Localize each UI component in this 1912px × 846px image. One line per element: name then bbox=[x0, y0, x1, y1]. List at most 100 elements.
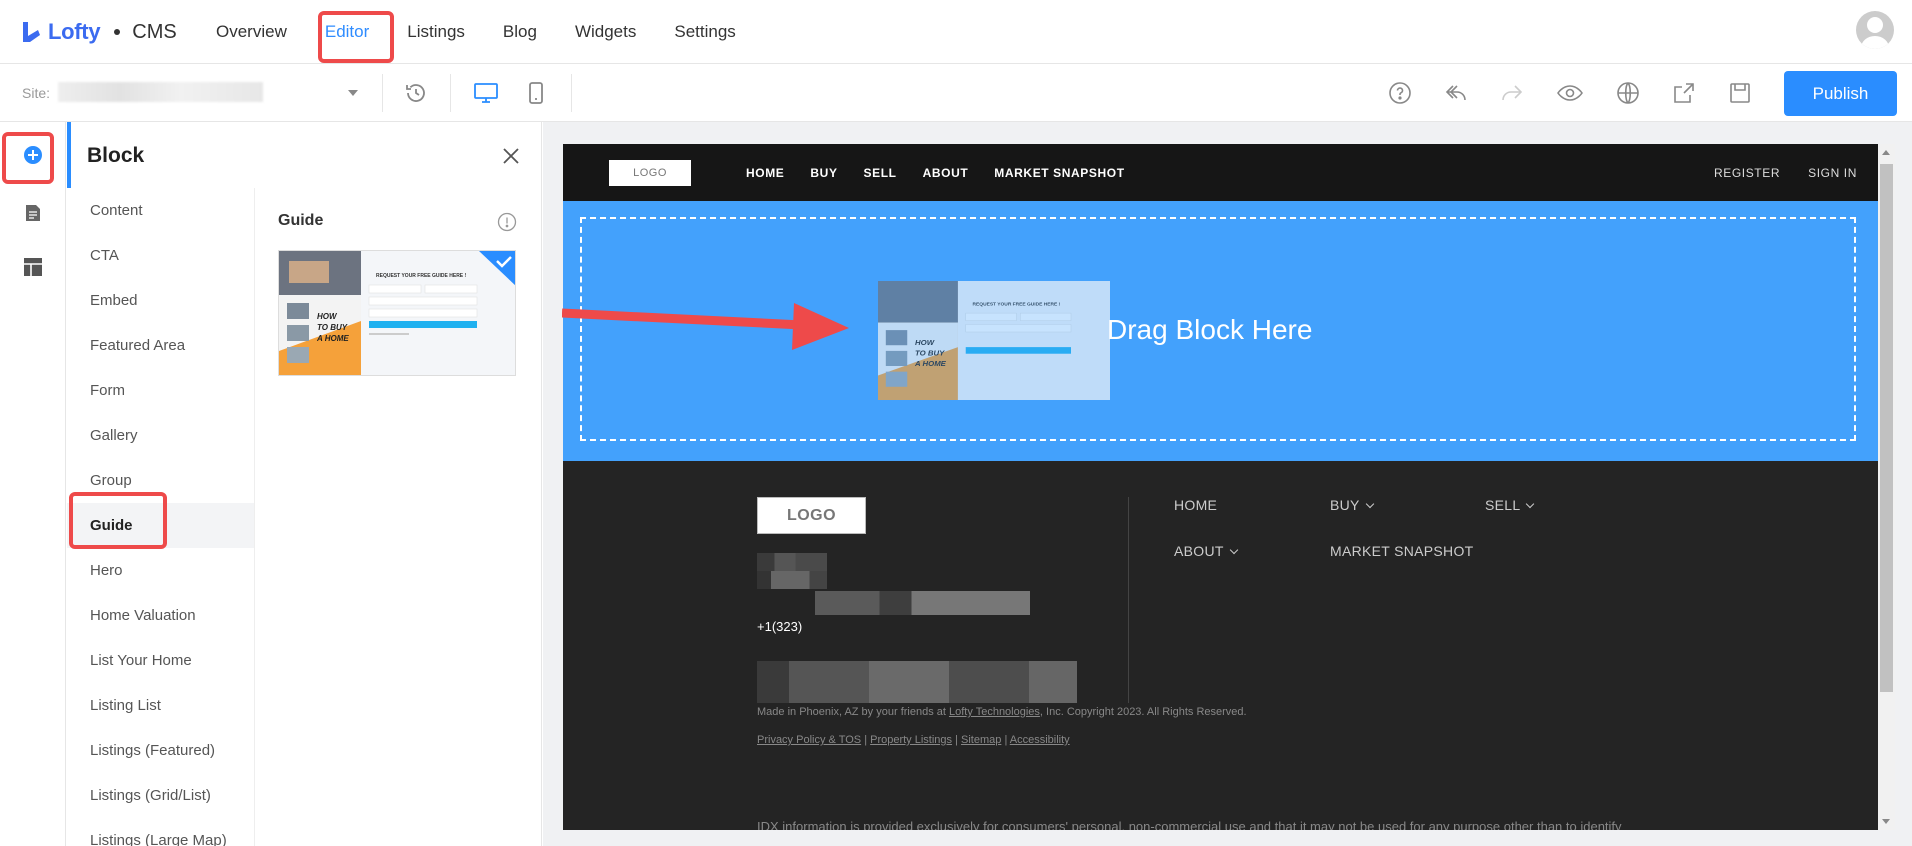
mobile-icon[interactable] bbox=[522, 79, 550, 107]
editor-toolbar: Site: bbox=[0, 64, 1912, 122]
footer-link-market-snapshot[interactable]: MARKET SNAPSHOT bbox=[1330, 543, 1474, 559]
site-nav-buy[interactable]: BUY bbox=[810, 166, 837, 180]
layout-icon[interactable] bbox=[18, 252, 48, 282]
category-list-your-home[interactable]: List Your Home bbox=[67, 638, 254, 683]
category-cta[interactable]: CTA bbox=[67, 233, 254, 278]
svg-text:REQUEST YOUR FREE GUIDE HERE !: REQUEST YOUR FREE GUIDE HERE ! bbox=[973, 302, 1061, 308]
pages-icon[interactable] bbox=[18, 198, 48, 228]
sign-in-link[interactable]: SIGN IN bbox=[1808, 166, 1857, 180]
scroll-thumb[interactable] bbox=[1880, 164, 1893, 692]
site-nav-market-snapshot[interactable]: MARKET SNAPSHOT bbox=[994, 166, 1124, 180]
chevron-down-icon bbox=[348, 90, 358, 96]
svg-text:HOW: HOW bbox=[915, 338, 935, 347]
chevron-down-icon bbox=[1365, 499, 1374, 509]
page-preview: LOGO HOME BUY SELL ABOUT MARKET SNAPSHOT… bbox=[563, 144, 1885, 830]
site-logo[interactable]: LOGO bbox=[609, 160, 691, 186]
nav-listings[interactable]: Listings bbox=[405, 22, 467, 42]
undo-icon[interactable] bbox=[1442, 79, 1470, 107]
category-embed[interactable]: Embed bbox=[67, 278, 254, 323]
footer-link-home[interactable]: HOME bbox=[1174, 497, 1217, 513]
company-link[interactable]: Lofty Technologies bbox=[949, 706, 1040, 718]
category-gallery[interactable]: Gallery bbox=[67, 413, 254, 458]
toolbar-divider bbox=[450, 74, 451, 112]
svg-text:TO BUY: TO BUY bbox=[317, 323, 348, 332]
site-auth-links: REGISTER SIGN IN bbox=[1686, 144, 1857, 201]
redo-icon[interactable] bbox=[1498, 79, 1526, 107]
footer-link-label: ABOUT bbox=[1174, 543, 1224, 559]
site-select[interactable] bbox=[58, 78, 358, 108]
site-nav: HOME BUY SELL ABOUT MARKET SNAPSHOT bbox=[746, 144, 1151, 201]
category-listings-grid-list[interactable]: Listings (Grid/List) bbox=[67, 773, 254, 818]
globe-icon[interactable] bbox=[1614, 79, 1642, 107]
toolbar-divider bbox=[571, 74, 572, 112]
category-home-valuation[interactable]: Home Valuation bbox=[67, 593, 254, 638]
nav-settings[interactable]: Settings bbox=[672, 22, 737, 42]
panel-title: Block bbox=[87, 144, 145, 167]
footer-link-buy[interactable]: BUY bbox=[1330, 497, 1374, 513]
phone-prefix: +1(323) bbox=[757, 619, 803, 634]
svg-text:A HOME: A HOME bbox=[914, 359, 947, 368]
footer-logo[interactable]: LOGO bbox=[757, 497, 866, 534]
category-featured-area[interactable]: Featured Area bbox=[67, 323, 254, 368]
save-icon[interactable] bbox=[1726, 79, 1754, 107]
site-nav-home[interactable]: HOME bbox=[746, 166, 784, 180]
info-icon[interactable] bbox=[497, 212, 517, 232]
main-nav: Overview Editor Listings Blog Widgets Se… bbox=[214, 0, 772, 64]
redacted-address bbox=[757, 571, 827, 589]
footer-credit: Made in Phoenix, AZ by your friends at L… bbox=[757, 706, 1247, 718]
footer-link-label: BUY bbox=[1330, 497, 1360, 513]
history-icon[interactable] bbox=[402, 79, 430, 107]
publish-button[interactable]: Publish bbox=[1784, 71, 1897, 116]
register-link[interactable]: REGISTER bbox=[1714, 166, 1780, 180]
footer-link-label: SELL bbox=[1485, 497, 1521, 513]
footer-link-about[interactable]: ABOUT bbox=[1174, 543, 1238, 559]
property-listings-link[interactable]: Property Listings bbox=[870, 734, 952, 746]
made-in-text: Made in Phoenix, AZ by your friends at bbox=[757, 706, 946, 718]
nav-overview[interactable]: Overview bbox=[214, 22, 289, 42]
footer-link-label: MARKET SNAPSHOT bbox=[1330, 543, 1474, 559]
nav-blog[interactable]: Blog bbox=[501, 22, 539, 42]
close-icon[interactable] bbox=[499, 144, 523, 168]
privacy-link[interactable]: Privacy Policy & TOS bbox=[757, 734, 861, 746]
category-form[interactable]: Form bbox=[67, 368, 254, 413]
svg-text:A HOME: A HOME bbox=[316, 334, 349, 343]
category-listing-list[interactable]: Listing List bbox=[67, 683, 254, 728]
preview-scrollbar[interactable] bbox=[1878, 144, 1895, 830]
left-rail bbox=[0, 122, 66, 846]
svg-text:REQUEST YOUR FREE GUIDE HERE !: REQUEST YOUR FREE GUIDE HERE ! bbox=[376, 273, 467, 279]
guide-block-thumbnail[interactable]: HOW TO BUY A HOME REQUEST YOUR FREE GUID… bbox=[278, 250, 516, 376]
footer-link-sell[interactable]: SELL bbox=[1485, 497, 1535, 513]
product-name: CMS bbox=[132, 20, 177, 43]
section-title: Guide bbox=[278, 212, 324, 229]
dragged-block-ghost[interactable]: HOW TO BUY A HOME REQUEST YOUR FREE GUID… bbox=[878, 281, 1110, 400]
legal-separator: | bbox=[1004, 734, 1008, 746]
site-nav-sell[interactable]: SELL bbox=[864, 166, 897, 180]
site-nav-about[interactable]: ABOUT bbox=[923, 166, 969, 180]
preview-icon[interactable] bbox=[1556, 79, 1584, 107]
chevron-down-icon bbox=[1229, 545, 1238, 555]
editor-highlight bbox=[318, 11, 394, 63]
brand[interactable]: Lofty CMS bbox=[20, 15, 177, 49]
redacted-phone bbox=[815, 591, 1030, 615]
accessibility-link[interactable]: Accessibility bbox=[1010, 734, 1070, 746]
category-listings-featured[interactable]: Listings (Featured) bbox=[67, 728, 254, 773]
desktop-icon[interactable] bbox=[472, 79, 500, 107]
lofty-logo-icon bbox=[23, 22, 40, 42]
copyright-text: , Inc. Copyright 2023. All Rights Reserv… bbox=[1039, 706, 1247, 718]
legal-links: Privacy Policy & TOS | Property Listings… bbox=[757, 734, 1070, 746]
category-content[interactable]: Content bbox=[67, 188, 254, 233]
nav-widgets[interactable]: Widgets bbox=[573, 22, 638, 42]
guide-highlight bbox=[69, 492, 167, 549]
site-header: LOGO HOME BUY SELL ABOUT MARKET SNAPSHOT… bbox=[563, 144, 1885, 201]
share-icon[interactable] bbox=[1670, 79, 1698, 107]
sitemap-link[interactable]: Sitemap bbox=[961, 734, 1001, 746]
category-listings-large-map[interactable]: Listings (Large Map) bbox=[67, 818, 254, 846]
add-block-highlight bbox=[2, 132, 54, 184]
help-icon[interactable] bbox=[1386, 79, 1414, 107]
site-label: Site: bbox=[22, 85, 51, 101]
scroll-down-icon[interactable] bbox=[1882, 819, 1890, 824]
user-avatar[interactable] bbox=[1856, 11, 1894, 49]
category-hero[interactable]: Hero bbox=[67, 548, 254, 593]
scroll-up-icon[interactable] bbox=[1882, 150, 1890, 155]
block-panel: Block Content CTA Embed Featured Area Fo… bbox=[67, 122, 542, 846]
